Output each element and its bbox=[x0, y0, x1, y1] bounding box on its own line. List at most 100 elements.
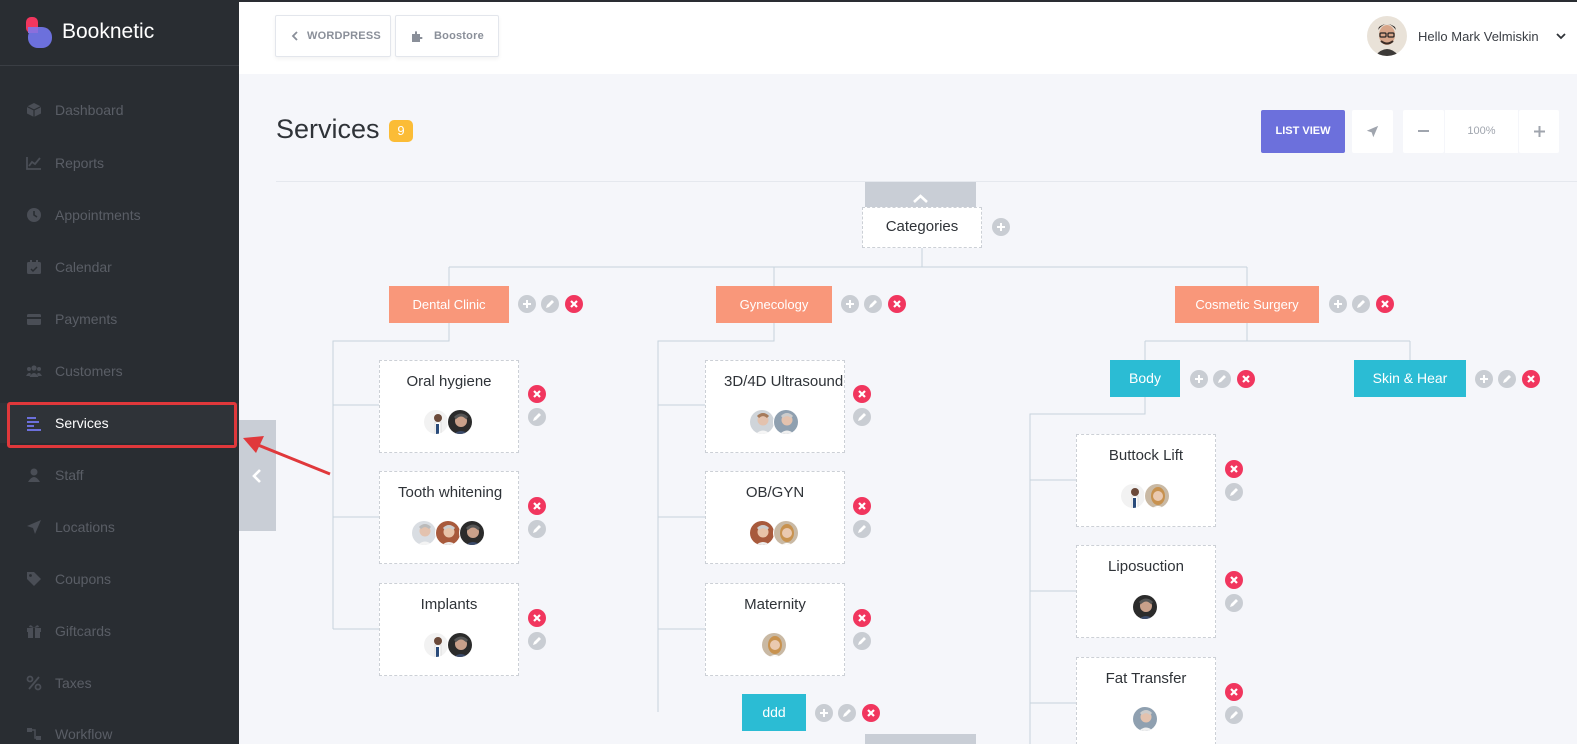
delete-button[interactable] bbox=[1522, 370, 1540, 388]
close-icon bbox=[570, 300, 578, 308]
pencil-icon bbox=[1357, 300, 1365, 308]
delete-service-button[interactable] bbox=[1225, 683, 1243, 701]
service-name: 3D/4D Ultrasound bbox=[724, 373, 844, 390]
pencil-icon bbox=[1230, 599, 1238, 607]
close-icon bbox=[1230, 688, 1238, 696]
delete-service-button[interactable] bbox=[528, 385, 546, 403]
service-card[interactable]: 3D/4D Ultrasound bbox=[705, 360, 845, 453]
service-name: Oral hygiene bbox=[406, 373, 492, 390]
pencil-icon bbox=[858, 413, 866, 421]
staff-avatar bbox=[447, 409, 473, 435]
delete-button[interactable] bbox=[888, 295, 906, 313]
staff-avatars bbox=[706, 632, 844, 658]
delete-service-button[interactable] bbox=[1225, 571, 1243, 589]
pencil-icon bbox=[858, 525, 866, 533]
pencil-icon bbox=[533, 413, 541, 421]
add-button[interactable] bbox=[841, 295, 859, 313]
service-name: Liposuction bbox=[1108, 558, 1184, 575]
delete-service-button[interactable] bbox=[528, 497, 546, 515]
staff-avatar bbox=[435, 520, 461, 546]
delete-button[interactable] bbox=[565, 295, 583, 313]
service-card[interactable]: Buttock Lift bbox=[1076, 434, 1216, 527]
service-name: Buttock Lift bbox=[1108, 447, 1184, 464]
pencil-icon bbox=[1230, 488, 1238, 496]
service-card[interactable]: OB/GYN bbox=[705, 471, 845, 564]
pencil-icon bbox=[1230, 711, 1238, 719]
category-cosmetic-surgery[interactable]: Cosmetic Surgery bbox=[1175, 286, 1319, 323]
edit-button[interactable] bbox=[1498, 370, 1516, 388]
category-gynecology[interactable]: Gynecology bbox=[716, 286, 832, 323]
add-button[interactable] bbox=[1329, 295, 1347, 313]
edit-service-button[interactable] bbox=[528, 632, 546, 650]
staff-avatar bbox=[1120, 483, 1146, 509]
staff-avatar bbox=[761, 632, 787, 658]
delete-button[interactable] bbox=[1237, 370, 1255, 388]
close-icon bbox=[858, 614, 866, 622]
delete-service-button[interactable] bbox=[528, 609, 546, 627]
service-name: OB/GYN bbox=[745, 484, 805, 501]
subcategory-body[interactable]: Body bbox=[1110, 360, 1180, 397]
staff-avatars bbox=[380, 409, 518, 435]
staff-avatar bbox=[423, 632, 449, 658]
service-card[interactable]: Tooth whitening bbox=[379, 471, 519, 564]
service-card[interactable]: Liposuction bbox=[1076, 545, 1216, 638]
close-icon bbox=[1242, 375, 1250, 383]
staff-avatars bbox=[706, 520, 844, 546]
close-icon bbox=[858, 390, 866, 398]
staff-avatar bbox=[1132, 706, 1158, 732]
plus-icon bbox=[1195, 375, 1203, 383]
staff-avatars bbox=[380, 520, 518, 546]
edit-service-button[interactable] bbox=[853, 632, 871, 650]
delete-service-button[interactable] bbox=[853, 609, 871, 627]
close-icon bbox=[1527, 375, 1535, 383]
edit-service-button[interactable] bbox=[528, 520, 546, 538]
plus-icon bbox=[1480, 375, 1488, 383]
add-category-button[interactable] bbox=[992, 218, 1010, 236]
staff-avatars bbox=[1077, 483, 1215, 509]
pencil-icon bbox=[546, 300, 554, 308]
subcategory-skin-hear[interactable]: Skin & Hear bbox=[1354, 360, 1466, 397]
edit-service-button[interactable] bbox=[528, 408, 546, 426]
pencil-icon bbox=[843, 709, 851, 717]
edit-service-button[interactable] bbox=[1225, 594, 1243, 612]
service-card[interactable]: Implants bbox=[379, 583, 519, 676]
delete-button[interactable] bbox=[862, 704, 880, 722]
edit-button[interactable] bbox=[541, 295, 559, 313]
staff-avatars bbox=[706, 409, 844, 435]
edit-service-button[interactable] bbox=[853, 408, 871, 426]
staff-avatar bbox=[1132, 594, 1158, 620]
close-icon bbox=[893, 300, 901, 308]
edit-button[interactable] bbox=[838, 704, 856, 722]
add-button[interactable] bbox=[518, 295, 536, 313]
edit-button[interactable] bbox=[864, 295, 882, 313]
edit-service-button[interactable] bbox=[1225, 483, 1243, 501]
edit-button[interactable] bbox=[1213, 370, 1231, 388]
delete-button[interactable] bbox=[1376, 295, 1394, 313]
pencil-icon bbox=[533, 637, 541, 645]
delete-service-button[interactable] bbox=[853, 497, 871, 515]
edit-service-button[interactable] bbox=[1225, 706, 1243, 724]
close-icon bbox=[1381, 300, 1389, 308]
staff-avatar bbox=[447, 632, 473, 658]
add-button[interactable] bbox=[815, 704, 833, 722]
service-name: Maternity bbox=[744, 596, 806, 613]
plus-icon bbox=[1334, 300, 1342, 308]
tree-scroll-down-tab[interactable] bbox=[865, 734, 976, 744]
category-dental-clinic[interactable]: Dental Clinic bbox=[389, 286, 509, 323]
delete-service-button[interactable] bbox=[1225, 460, 1243, 478]
plus-icon bbox=[846, 300, 854, 308]
add-button[interactable] bbox=[1190, 370, 1208, 388]
service-card[interactable]: Fat Transfer bbox=[1076, 657, 1216, 744]
edit-service-button[interactable] bbox=[853, 520, 871, 538]
plus-icon bbox=[820, 709, 828, 717]
pencil-icon bbox=[533, 525, 541, 533]
delete-service-button[interactable] bbox=[853, 385, 871, 403]
pencil-icon bbox=[858, 637, 866, 645]
staff-avatars bbox=[380, 632, 518, 658]
edit-button[interactable] bbox=[1352, 295, 1370, 313]
service-card[interactable]: Maternity bbox=[705, 583, 845, 676]
add-button[interactable] bbox=[1475, 370, 1493, 388]
pencil-icon bbox=[1503, 375, 1511, 383]
service-card[interactable]: Oral hygiene bbox=[379, 360, 519, 453]
subcategory-ddd[interactable]: ddd bbox=[742, 694, 806, 731]
